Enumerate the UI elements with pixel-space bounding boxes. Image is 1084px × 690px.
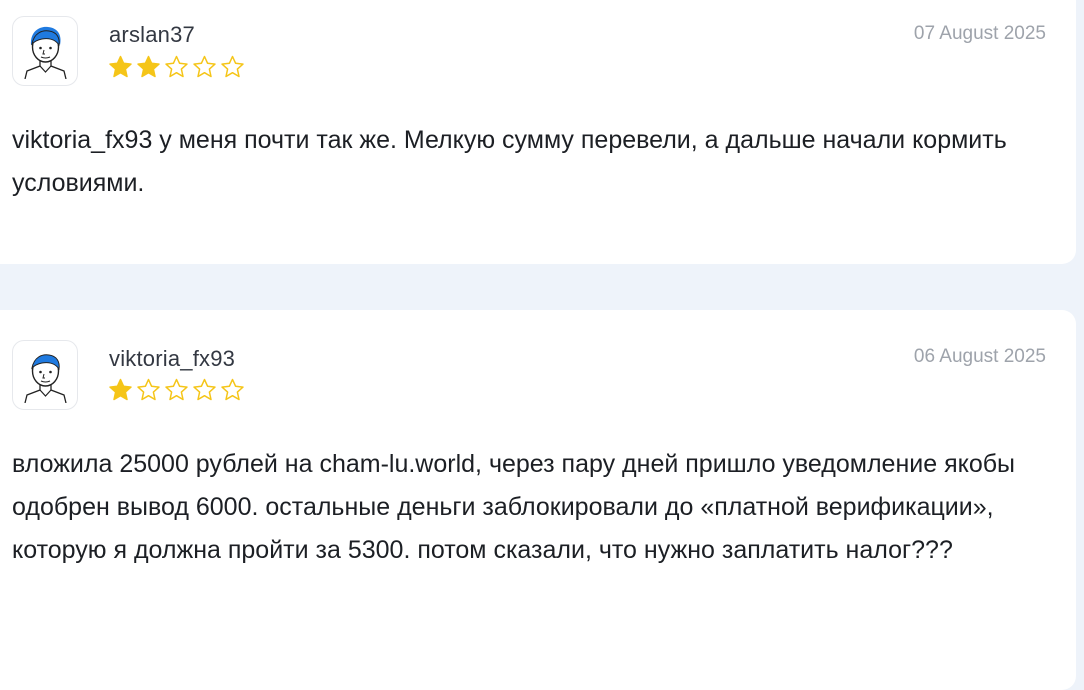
- star-filled-icon: [109, 378, 132, 401]
- star-filled-icon: [137, 55, 160, 78]
- user-avatar-icon[interactable]: [12, 16, 78, 86]
- star-empty-icon: [221, 378, 244, 401]
- star-empty-icon: [193, 378, 216, 401]
- star-filled-icon: [109, 55, 132, 78]
- star-empty-icon: [165, 378, 188, 401]
- review-username[interactable]: viktoria_fx93: [109, 346, 235, 372]
- star-empty-icon: [137, 378, 160, 401]
- review-card: viktoria_fx93 06 August 2025 вложила 250…: [0, 310, 1076, 690]
- review-card: arslan37 07 August 2025 viktoria_fx93 у …: [0, 0, 1076, 264]
- star-rating: [108, 378, 245, 402]
- review-date: 07 August 2025: [913, 23, 1046, 44]
- user-avatar-icon[interactable]: [12, 340, 78, 410]
- star-empty-icon: [165, 55, 188, 78]
- star-empty-icon: [193, 55, 216, 78]
- review-text: viktoria_fx93 у меня почти так же. Мелку…: [12, 126, 1007, 197]
- review-date: 06 August 2025: [913, 346, 1046, 367]
- star-empty-icon: [221, 55, 244, 78]
- avatar-illustration: [24, 26, 67, 79]
- review-username[interactable]: arslan37: [109, 22, 195, 48]
- star-rating: [108, 55, 245, 79]
- review-text: вложила 25000 рублей на cham-lu.world, ч…: [12, 450, 1016, 564]
- avatar-illustration: [24, 354, 67, 403]
